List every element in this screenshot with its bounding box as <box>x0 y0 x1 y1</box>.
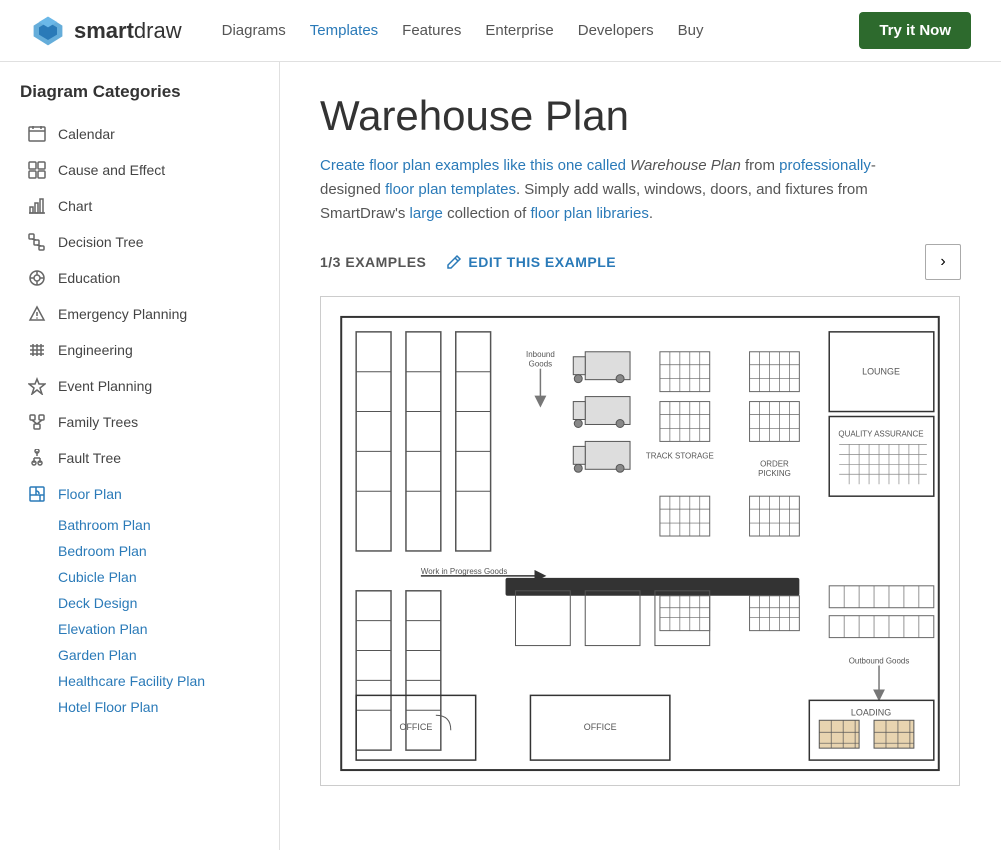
sidebar-label-decision-tree: Decision Tree <box>58 234 144 250</box>
calendar-icon <box>26 123 48 145</box>
sidebar-label-floor-plan: Floor Plan <box>58 486 122 502</box>
family-trees-icon <box>26 411 48 433</box>
description: Create floor plan examples like this one… <box>320 154 920 226</box>
sub-item-hotel-floor-plan[interactable]: Hotel Floor Plan <box>52 694 259 720</box>
logo-text: smartdraw <box>74 18 182 44</box>
edit-example-link[interactable]: EDIT THIS EXAMPLE <box>446 254 616 270</box>
sub-item-cubicle-plan[interactable]: Cubicle Plan <box>52 564 259 590</box>
sidebar-item-decision-tree[interactable]: Decision Tree <box>20 224 259 260</box>
logo-icon <box>30 13 66 49</box>
sidebar-item-chart[interactable]: Chart <box>20 188 259 224</box>
next-example-button[interactable]: › <box>925 244 961 280</box>
svg-text:Goods: Goods <box>529 360 552 369</box>
header: smartdraw Diagrams Templates Features En… <box>0 0 1001 62</box>
main-nav: Diagrams Templates Features Enterprise D… <box>222 22 860 39</box>
sidebar-item-fault-tree[interactable]: Fault Tree <box>20 440 259 476</box>
svg-text:TRACK STORAGE: TRACK STORAGE <box>646 451 714 460</box>
main-layout: Diagram Categories Calendar <box>0 62 1001 850</box>
sidebar-item-engineering[interactable]: Engineering <box>20 332 259 368</box>
sidebar-label-education: Education <box>58 270 120 286</box>
example-count: 1/3 EXAMPLES <box>320 254 426 270</box>
main-content: Warehouse Plan Create floor plan example… <box>280 62 1001 850</box>
description-link-floor-plan-templates[interactable]: floor plan templates <box>385 181 516 198</box>
svg-text:LOUNGE: LOUNGE <box>862 367 900 377</box>
floor-plan-icon <box>26 483 48 505</box>
sidebar-item-education[interactable]: Education <box>20 260 259 296</box>
diagram-container: Inbound Goods <box>320 296 960 786</box>
sidebar-item-floor-plan[interactable]: Floor Plan <box>20 476 259 512</box>
nav-diagrams[interactable]: Diagrams <box>222 22 286 39</box>
sidebar-item-family-trees[interactable]: Family Trees <box>20 404 259 440</box>
fault-tree-icon <box>26 447 48 469</box>
svg-text:PICKING: PICKING <box>758 469 791 478</box>
nav-features[interactable]: Features <box>402 22 461 39</box>
sidebar-label-cause-effect: Cause and Effect <box>58 162 165 178</box>
nav-enterprise[interactable]: Enterprise <box>485 22 553 39</box>
sidebar-label-family-trees: Family Trees <box>58 414 138 430</box>
sub-item-bathroom-plan[interactable]: Bathroom Plan <box>52 512 259 538</box>
sidebar: Diagram Categories Calendar <box>0 62 280 850</box>
svg-text:Inbound: Inbound <box>526 350 555 359</box>
svg-text:LOADING: LOADING <box>851 707 891 717</box>
description-link-create[interactable]: Create floor plan examples like this one… <box>320 157 630 174</box>
nav-developers[interactable]: Developers <box>578 22 654 39</box>
nav-buy[interactable]: Buy <box>678 22 704 39</box>
svg-text:ORDER: ORDER <box>760 459 789 468</box>
svg-text:Outbound Goods: Outbound Goods <box>849 656 910 665</box>
emergency-planning-icon <box>26 303 48 325</box>
decision-tree-icon <box>26 231 48 253</box>
logo-area[interactable]: smartdraw <box>30 13 182 49</box>
sub-item-deck-design[interactable]: Deck Design <box>52 590 259 616</box>
sidebar-label-emergency-planning: Emergency Planning <box>58 306 187 322</box>
svg-text:Work in Progress Goods: Work in Progress Goods <box>421 567 508 576</box>
sub-item-elevation-plan[interactable]: Elevation Plan <box>52 616 259 642</box>
sidebar-item-event-planning[interactable]: Event Planning <box>20 368 259 404</box>
floor-plan-sub-items: Bathroom Plan Bedroom Plan Cubicle Plan … <box>52 512 259 720</box>
description-italic: Warehouse Plan <box>630 157 741 174</box>
warehouse-diagram: Inbound Goods <box>321 297 959 785</box>
sidebar-title: Diagram Categories <box>20 82 259 102</box>
cause-effect-icon <box>26 159 48 181</box>
sidebar-item-calendar[interactable]: Calendar <box>20 116 259 152</box>
edit-icon <box>446 254 462 270</box>
sidebar-label-engineering: Engineering <box>58 342 133 358</box>
example-bar: 1/3 EXAMPLES EDIT THIS EXAMPLE › <box>320 244 961 280</box>
nav-templates[interactable]: Templates <box>310 22 378 39</box>
description-link-libraries[interactable]: floor plan libraries <box>530 205 648 222</box>
svg-text:OFFICE: OFFICE <box>584 722 617 732</box>
description-link-large[interactable]: large <box>410 205 443 222</box>
sub-item-healthcare-facility-plan[interactable]: Healthcare Facility Plan <box>52 668 259 694</box>
engineering-icon <box>26 339 48 361</box>
sidebar-label-event-planning: Event Planning <box>58 378 152 394</box>
chart-icon <box>26 195 48 217</box>
sub-item-garden-plan[interactable]: Garden Plan <box>52 642 259 668</box>
edit-label: EDIT THIS EXAMPLE <box>468 254 616 270</box>
try-it-now-button[interactable]: Try it Now <box>859 12 971 49</box>
event-planning-icon <box>26 375 48 397</box>
education-icon <box>26 267 48 289</box>
sidebar-label-fault-tree: Fault Tree <box>58 450 121 466</box>
svg-text:QUALITY ASSURANCE: QUALITY ASSURANCE <box>838 429 923 438</box>
sidebar-label-chart: Chart <box>58 198 92 214</box>
sidebar-label-calendar: Calendar <box>58 126 115 142</box>
sub-item-bedroom-plan[interactable]: Bedroom Plan <box>52 538 259 564</box>
sidebar-item-cause-effect[interactable]: Cause and Effect <box>20 152 259 188</box>
page-title: Warehouse Plan <box>320 92 961 140</box>
sidebar-item-emergency-planning[interactable]: Emergency Planning <box>20 296 259 332</box>
svg-text:OFFICE: OFFICE <box>400 722 433 732</box>
description-link-professionally[interactable]: professionally <box>779 157 871 174</box>
